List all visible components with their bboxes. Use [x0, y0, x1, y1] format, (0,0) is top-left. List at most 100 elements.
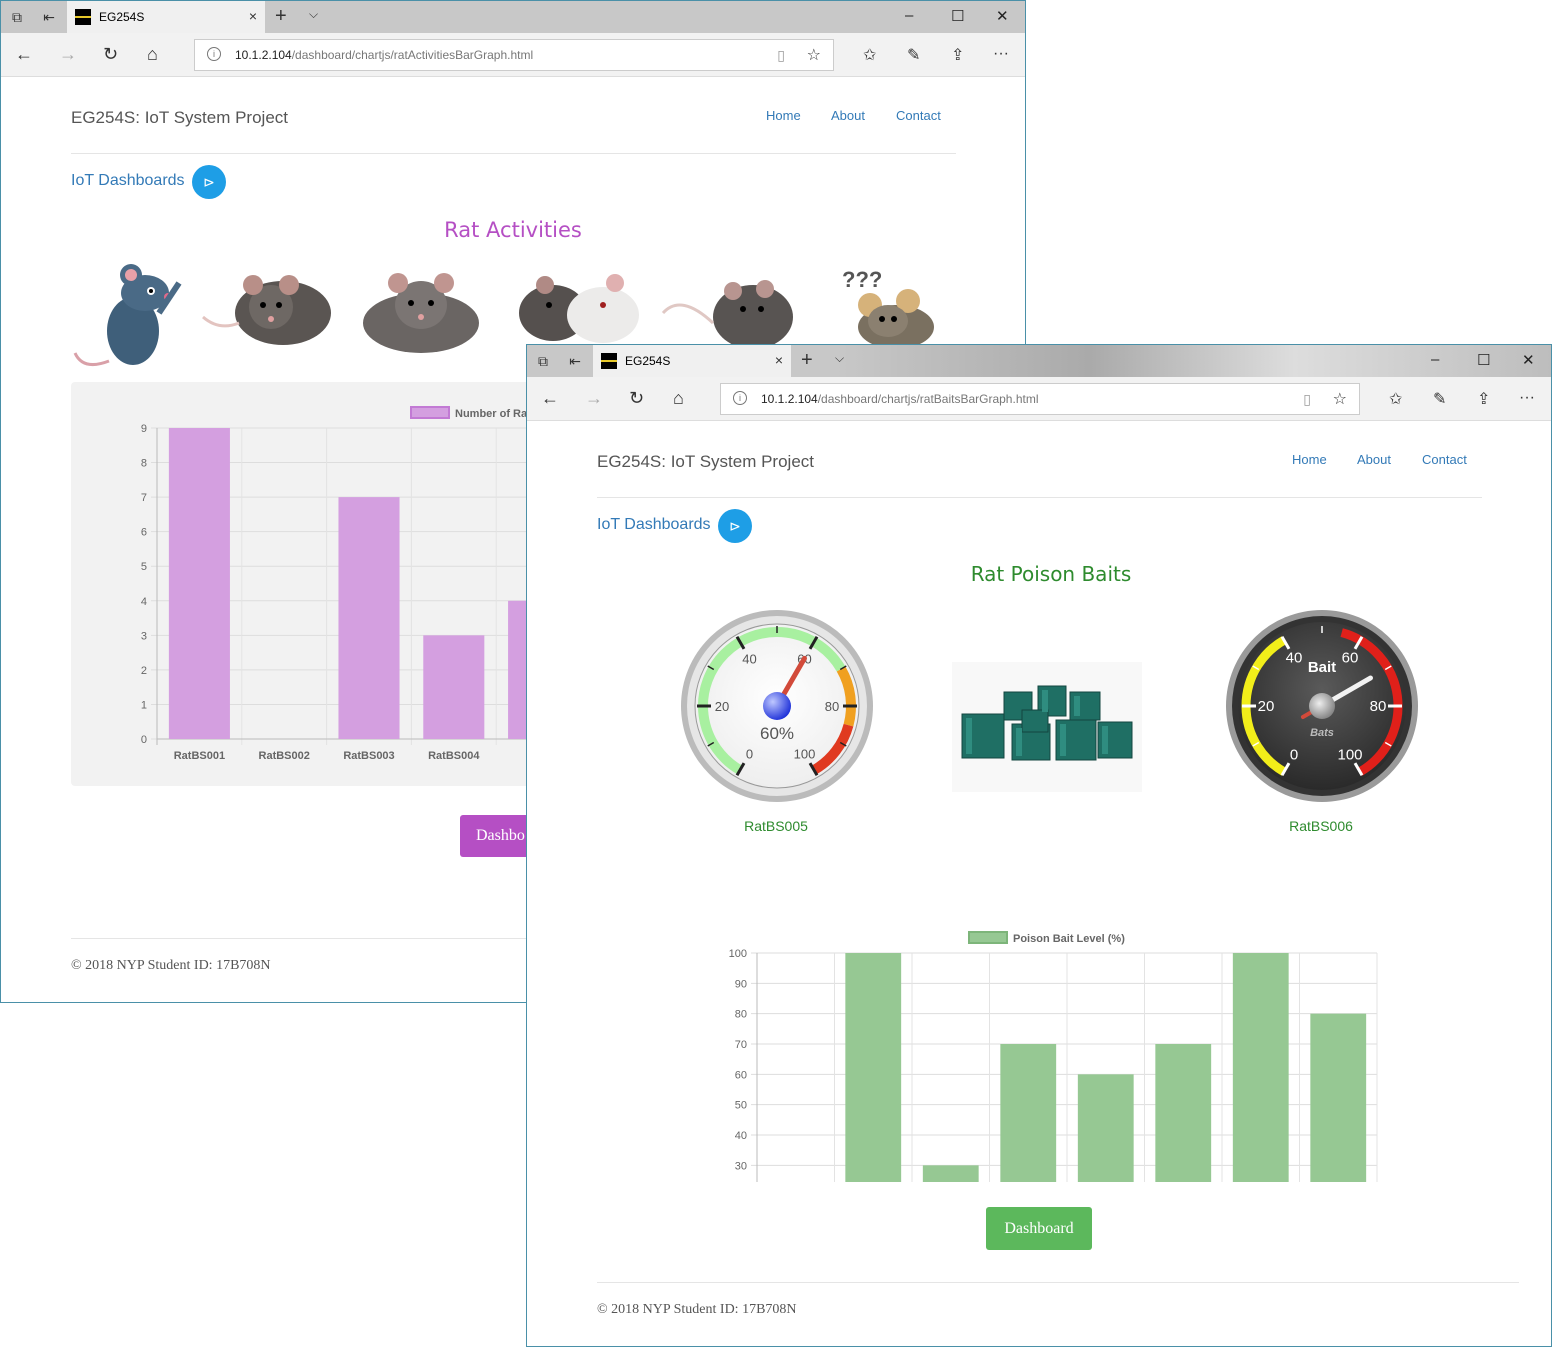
footer-text: © 2018 NYP Student ID: 17B708N: [71, 958, 271, 973]
y-tick-label: 9: [141, 423, 147, 435]
pen-icon[interactable]: ✎: [1433, 389, 1446, 409]
address-bar[interactable]: i 10.1.2.104/dashboard/chartjs/ratBaitsB…: [720, 383, 1360, 415]
share-icon[interactable]: ⇪: [1477, 389, 1490, 409]
browser-tab[interactable]: EG254S ×: [67, 1, 265, 33]
nav-contact-link[interactable]: Contact: [1422, 452, 1467, 467]
y-tick-label: 80: [735, 1009, 747, 1021]
y-tick-label: 7: [141, 492, 147, 504]
set-aside-tabs-icon[interactable]: ⇤: [567, 353, 583, 369]
bait-level-gauge-ratbs005: 020406080100 60%: [681, 610, 873, 802]
poison-bait-level-bar-chart: Poison Bait Level (%)1020304050607080901…: [729, 931, 1378, 1182]
url-text: 10.1.2.104/dashboard/chartjs/ratActiviti…: [235, 48, 534, 62]
cartoon-rat-image: [73, 264, 182, 367]
legend-swatch: [968, 931, 1008, 944]
info-icon[interactable]: i: [207, 47, 221, 61]
bar: [845, 953, 902, 1182]
forward-button[interactable]: →: [585, 388, 603, 408]
site-brand[interactable]: EG254S: IoT System Project: [71, 108, 288, 128]
maximize-button[interactable]: ☐: [951, 7, 964, 25]
y-tick-label: 50: [735, 1100, 747, 1112]
dashboard-icon[interactable]: ⊳: [718, 509, 752, 543]
dashboard-icon[interactable]: ⊳: [192, 165, 226, 199]
site-brand[interactable]: EG254S: IoT System Project: [597, 452, 814, 472]
refresh-button[interactable]: ↻: [103, 44, 118, 64]
rat-photo-image: [363, 273, 479, 353]
more-icon[interactable]: ···: [1519, 389, 1535, 407]
rat-photo-image: [661, 280, 793, 349]
more-icon[interactable]: ···: [993, 45, 1009, 63]
legend-label: Poison Bait Level (%): [1013, 933, 1125, 945]
minimize-button[interactable]: –: [905, 7, 913, 24]
home-button[interactable]: ⌂: [147, 44, 158, 64]
footer-divider: [71, 938, 531, 939]
y-tick-label: 2: [141, 665, 147, 677]
iot-dashboards-link[interactable]: IoT Dashboards: [597, 516, 711, 534]
address-bar[interactable]: i 10.1.2.104/dashboard/chartjs/ratActivi…: [194, 39, 834, 71]
maximize-button[interactable]: ☐: [1477, 351, 1490, 369]
forward-button[interactable]: →: [59, 44, 77, 64]
home-button[interactable]: ⌂: [673, 388, 684, 408]
tab-preview-chevron-icon[interactable]: ⌵: [835, 351, 844, 366]
tab-switch-icon[interactable]: ⧉: [9, 9, 25, 25]
reading-view-icon[interactable]: ▯: [777, 47, 785, 64]
y-tick-label: 70: [735, 1039, 747, 1051]
gauge-label-ratbs006: RatBS006: [1289, 818, 1353, 834]
header-divider: [71, 153, 956, 154]
confused-rat-image: ???: [842, 267, 934, 346]
new-tab-button[interactable]: +: [275, 5, 287, 28]
gauge-label-ratbs005: RatBS005: [744, 818, 808, 834]
share-icon[interactable]: ⇪: [951, 45, 964, 65]
refresh-button[interactable]: ↻: [629, 388, 644, 408]
gauge-tick-label: 0: [1290, 746, 1298, 763]
rat-activities-bar-chart: Number of Ra 0 1 2 3 4 5 6 7 8 9 RatBS001 RatBS002 Ra…: [141, 406, 582, 762]
gauge-tick-label: 80: [1370, 698, 1387, 715]
chart-legend: Number of Ra: [410, 406, 528, 420]
x-tick-label: RatBS003: [343, 750, 394, 762]
nav-contact-link[interactable]: Contact: [896, 108, 941, 123]
new-tab-button[interactable]: +: [801, 349, 813, 372]
y-tick-label: 1: [141, 699, 147, 711]
browser-tab[interactable]: EG254S ×: [593, 345, 791, 377]
favorite-star-icon[interactable]: ☆: [1333, 389, 1347, 409]
reading-view-icon[interactable]: ▯: [1303, 391, 1311, 408]
pen-icon[interactable]: ✎: [907, 45, 920, 65]
chart-legend: Poison Bait Level (%): [968, 931, 1125, 945]
iot-dashboards-link[interactable]: IoT Dashboards: [71, 172, 185, 190]
nav-about-link[interactable]: About: [1357, 452, 1391, 467]
bar: [1077, 1074, 1134, 1182]
y-tick-label: 30: [735, 1160, 747, 1172]
favorites-hub-icon[interactable]: ✩: [1389, 389, 1402, 409]
set-aside-tabs-icon[interactable]: ⇤: [41, 9, 57, 25]
close-window-button[interactable]: ✕: [1522, 351, 1535, 369]
info-icon[interactable]: i: [733, 391, 747, 405]
tab-close-icon[interactable]: ×: [249, 8, 257, 24]
gauge-tick-label: 20: [1258, 698, 1275, 715]
nav-home-link[interactable]: Home: [766, 108, 801, 123]
tab-switch-icon[interactable]: ⧉: [535, 353, 551, 369]
minimize-button[interactable]: –: [1431, 351, 1439, 368]
back-button[interactable]: ←: [541, 388, 559, 408]
favorites-hub-icon[interactable]: ✩: [863, 45, 876, 65]
tab-preview-chevron-icon[interactable]: ⌵: [309, 7, 318, 22]
gauge-hub: [1309, 693, 1335, 719]
favorite-star-icon[interactable]: ☆: [807, 45, 821, 65]
back-button[interactable]: ←: [15, 44, 33, 64]
nav-home-link[interactable]: Home: [1292, 452, 1327, 467]
y-tick-label: 6: [141, 527, 147, 539]
gauge-tick-label: 40: [742, 651, 756, 666]
nav-about-link[interactable]: About: [831, 108, 865, 123]
page-content: EG254S: IoT System Project Home About Co…: [527, 422, 1551, 1346]
svg-text:???: ???: [842, 267, 882, 292]
browser-window-rat-baits: ⧉ ⇤ EG254S × + ⌵ – ☐ ✕ ← → ↻ ⌂ i 10.1.2.…: [526, 344, 1552, 1347]
gauge-title: Bait: [1308, 659, 1336, 676]
x-tick-label: RatBS004: [428, 750, 480, 762]
close-window-button[interactable]: ✕: [996, 7, 1009, 25]
gauge-value-text: 60%: [760, 724, 794, 743]
gauge-tick-label: 100: [1337, 746, 1362, 763]
dashboard-button[interactable]: Dashboard: [986, 1207, 1092, 1250]
chart-card: Number of Ra 0 1 2 3 4 5 6 7 8 9 RatBS001 RatBS002 Ra…: [71, 382, 582, 786]
tab-close-icon[interactable]: ×: [775, 352, 783, 368]
gauge-tick-label: 60: [1342, 650, 1359, 667]
rat-photo-image: [202, 275, 331, 345]
bar: [1232, 953, 1289, 1182]
